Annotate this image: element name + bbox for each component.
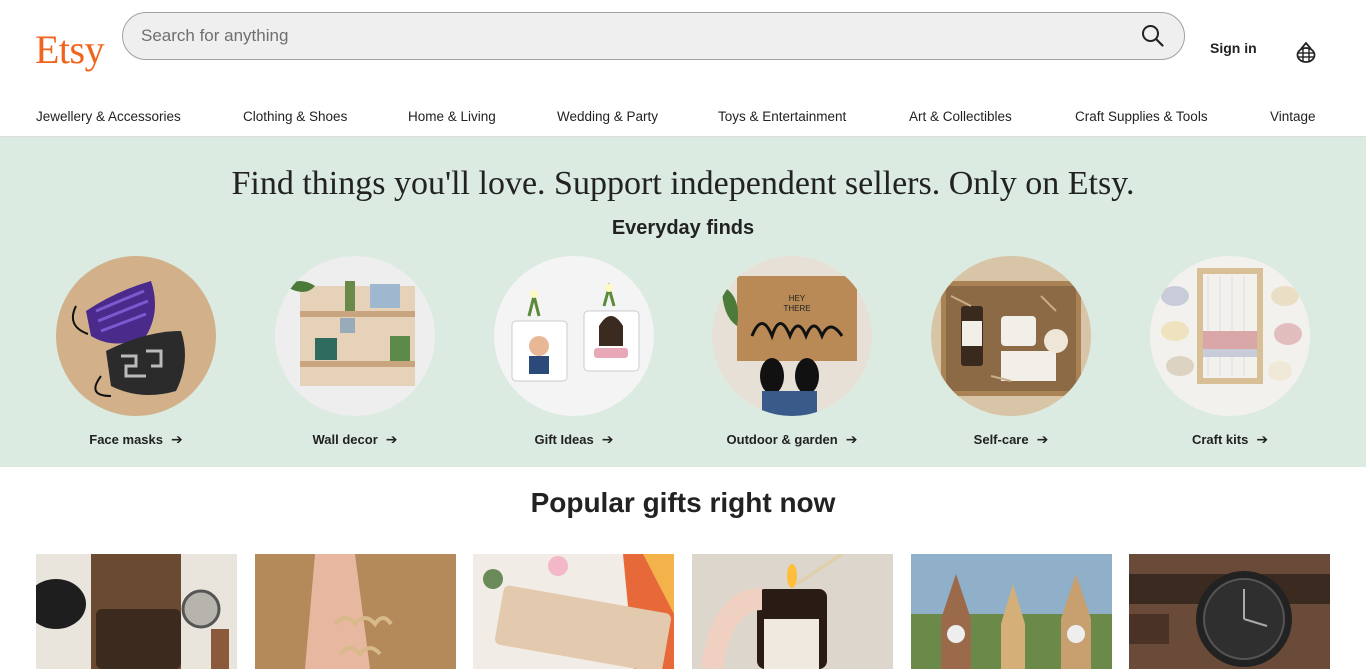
header: Etsy Sign in [0, 0, 1366, 96]
wall-decor-image[interactable] [275, 256, 435, 416]
category-label[interactable]: Gift Ideas ➔ [474, 431, 674, 448]
nav-item-art[interactable]: Art & Collectibles [909, 109, 1012, 124]
self-care-image[interactable] [931, 256, 1091, 416]
everyday-finds-heading: Everyday finds [611, 217, 755, 239]
category-label[interactable]: Outdoor & garden ➔ [692, 431, 892, 448]
arrow-right-icon: ➔ [601, 431, 614, 447]
face-masks-image[interactable] [56, 256, 216, 416]
search-input[interactable] [141, 13, 1101, 59]
hero-banner: Find things you'll love. Support indepen… [0, 137, 1366, 467]
category-wall-decor[interactable]: Wall decor ➔ [255, 256, 455, 456]
category-gift-ideas[interactable]: Gift Ideas ➔ [474, 256, 674, 456]
arrow-right-icon: ➔ [1036, 431, 1049, 447]
category-label[interactable]: Wall decor ➔ [255, 431, 455, 448]
gift-tile-name-puzzle[interactable] [473, 554, 674, 669]
gift-tile-name-ring[interactable] [255, 554, 456, 669]
arrow-right-icon: ➔ [845, 431, 858, 447]
nav-item-vintage[interactable]: Vintage [1270, 109, 1316, 124]
gift-tile-wallet[interactable] [36, 554, 237, 669]
arrow-right-icon: ➔ [171, 431, 183, 447]
outdoor-garden-image[interactable]: HEY THERE [712, 256, 872, 416]
svg-text:THERE: THERE [783, 304, 810, 313]
category-label[interactable]: Face masks ➔ [36, 431, 236, 448]
gift-tile-candle[interactable] [692, 554, 893, 669]
nav-item-jewellery[interactable]: Jewellery & Accessories [36, 109, 181, 124]
hero-title: Find things you'll love. Support indepen… [231, 165, 1135, 202]
category-face-masks[interactable]: Face masks ➔ [36, 256, 236, 456]
search-icon[interactable] [1140, 23, 1166, 49]
arrow-right-icon: ➔ [1256, 431, 1269, 447]
gift-tile-wood-watch[interactable] [1129, 554, 1330, 669]
svg-text:HEY: HEY [789, 294, 806, 303]
category-outdoor-garden[interactable]: HEY THERE Outdoor & garden ➔ [692, 256, 892, 456]
basket-icon[interactable] [1293, 39, 1319, 65]
etsy-logo[interactable]: Etsy [35, 28, 105, 72]
category-self-care[interactable]: Self-care ➔ [911, 256, 1111, 456]
sign-in-link[interactable]: Sign in [1210, 40, 1257, 56]
craft-kits-image[interactable] [1150, 256, 1310, 416]
nav-item-craft-supplies[interactable]: Craft Supplies & Tools [1075, 109, 1208, 124]
nav-item-toys[interactable]: Toys & Entertainment [718, 109, 846, 124]
category-craft-kits[interactable]: Craft kits ➔ [1130, 256, 1330, 456]
gift-ideas-image[interactable] [494, 256, 654, 416]
category-label[interactable]: Self-care ➔ [911, 431, 1111, 448]
popular-gifts-heading: Popular gifts right now [530, 487, 836, 518]
nav-item-home[interactable]: Home & Living [408, 109, 496, 124]
nav-item-wedding[interactable]: Wedding & Party [557, 109, 658, 124]
category-label[interactable]: Craft kits ➔ [1130, 431, 1330, 448]
nav-item-clothing[interactable]: Clothing & Shoes [243, 109, 347, 124]
search-bar [122, 12, 1185, 60]
arrow-right-icon: ➔ [385, 431, 398, 447]
category-nav: Jewellery & Accessories Clothing & Shoes… [0, 96, 1366, 137]
gift-tile-garden-gnomes[interactable] [911, 554, 1112, 669]
